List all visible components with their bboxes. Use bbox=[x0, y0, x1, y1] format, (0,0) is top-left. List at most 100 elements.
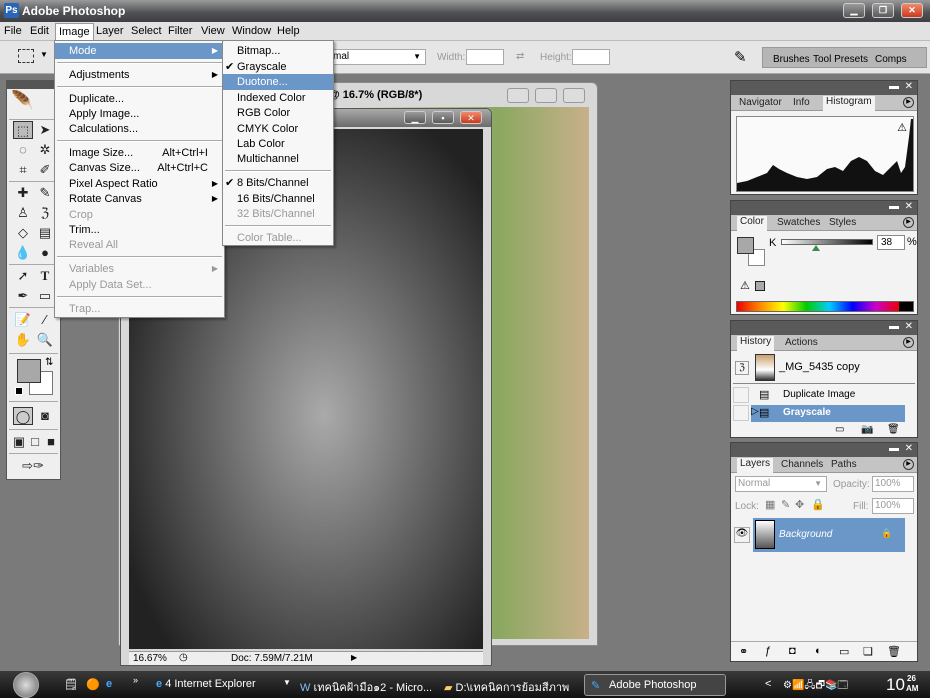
mode-multichannel[interactable]: Multichannel bbox=[223, 151, 333, 167]
tab-brushes[interactable]: Brushes bbox=[773, 54, 810, 65]
mode-16-bits[interactable]: 16 Bits/Channel bbox=[223, 191, 333, 207]
zoom-tool-icon[interactable]: 🔍 bbox=[35, 331, 55, 349]
snapshot-name[interactable]: _MG_5435 copy bbox=[779, 361, 860, 373]
panel-menu-icon[interactable]: ▶ bbox=[903, 217, 914, 228]
brush-tool-icon[interactable]: ✎ bbox=[35, 184, 55, 202]
doc-close-button[interactable] bbox=[563, 88, 585, 103]
snapshot-thumbnail[interactable] bbox=[755, 354, 775, 381]
history-brush-tool-icon[interactable]: ℨ bbox=[35, 204, 55, 222]
more-icon[interactable]: » bbox=[133, 675, 138, 685]
path-selection-tool-icon[interactable]: ➚ bbox=[13, 267, 33, 285]
jump-to-imageready-icon[interactable]: ⇨✑ bbox=[13, 457, 53, 475]
tab-history[interactable]: History bbox=[737, 336, 775, 351]
tab-navigator[interactable]: Navigator bbox=[739, 97, 782, 108]
tab-paths[interactable]: Paths bbox=[831, 459, 857, 470]
doc-maximize-button[interactable] bbox=[535, 88, 557, 103]
history-state-pointer-icon[interactable]: ▷ bbox=[751, 406, 759, 417]
menu-select[interactable]: Select bbox=[131, 25, 162, 37]
healing-brush-tool-icon[interactable]: ✚ bbox=[13, 184, 33, 202]
restore-button[interactable]: ❐ bbox=[872, 3, 894, 18]
mode-grayscale[interactable]: ✔ Grayscale bbox=[223, 59, 333, 75]
width-field[interactable] bbox=[466, 49, 504, 65]
trash-icon[interactable]: 🗑 bbox=[887, 424, 900, 435]
history-brush-source-icon[interactable]: ℨ bbox=[735, 361, 749, 375]
task-folder[interactable]: ▰ D:\เทคนิคการย้อมสีภาพ bbox=[444, 678, 569, 696]
swap-icon[interactable]: ⇄ bbox=[516, 51, 524, 62]
panel-close-icon[interactable]: ✕ bbox=[905, 443, 913, 454]
fill-field[interactable]: 100% bbox=[872, 498, 914, 514]
tab-histogram[interactable]: Histogram bbox=[823, 96, 875, 111]
chevron-down-icon[interactable]: ▼ bbox=[40, 50, 48, 59]
link-layers-icon[interactable]: ⚭ bbox=[739, 645, 748, 658]
tab-comps[interactable]: Comps bbox=[875, 54, 907, 65]
menu-item-trap[interactable]: Trap... bbox=[55, 301, 224, 317]
mode-bitmap[interactable]: Bitmap... bbox=[223, 43, 333, 59]
tray-expand-icon[interactable]: < bbox=[765, 678, 771, 690]
new-document-from-state-icon[interactable]: ▭ bbox=[835, 424, 844, 435]
panel-minimize-icon[interactable]: ▬ bbox=[889, 443, 899, 454]
layer-name[interactable]: Background bbox=[779, 529, 832, 540]
opacity-field[interactable]: 100% bbox=[872, 476, 914, 492]
panel-menu-icon[interactable]: ▶ bbox=[903, 97, 914, 108]
status-options-icon[interactable]: ◷ bbox=[179, 652, 188, 663]
layer-row-background[interactable]: Background 🔒 bbox=[753, 518, 905, 552]
panel-menu-icon[interactable]: ▶ bbox=[903, 337, 914, 348]
menu-item-adjustments[interactable]: Adjustments ▶ bbox=[55, 67, 224, 83]
doc-maximize-button[interactable]: ▪ bbox=[432, 111, 454, 124]
new-group-icon[interactable]: ▭ bbox=[839, 645, 849, 658]
magic-wand-tool-icon[interactable]: ✲ bbox=[35, 141, 55, 159]
standard-mode-icon[interactable]: ◯ bbox=[13, 407, 33, 425]
palette-well-icon[interactable]: ✎ bbox=[734, 48, 747, 66]
standard-screen-mode-icon[interactable]: ▣ bbox=[11, 433, 27, 451]
lock-paint-icon[interactable]: ✎ bbox=[781, 498, 790, 511]
slider-thumb[interactable] bbox=[812, 245, 821, 251]
layer-style-icon[interactable]: ƒ bbox=[765, 645, 771, 657]
panel-close-icon[interactable]: ✕ bbox=[905, 201, 913, 212]
mode-lab-color[interactable]: Lab Color bbox=[223, 136, 333, 152]
eyedropper-tool-icon[interactable]: ⁄ bbox=[35, 311, 55, 329]
mode-32-bits[interactable]: 32 Bits/Channel bbox=[223, 206, 333, 222]
k-value-field[interactable]: 38 bbox=[877, 235, 905, 250]
panel-menu-icon[interactable]: ▶ bbox=[903, 459, 914, 470]
tab-styles[interactable]: Styles bbox=[829, 217, 856, 228]
lock-position-icon[interactable]: ✥ bbox=[795, 498, 804, 511]
menu-layer[interactable]: Layer bbox=[96, 25, 124, 37]
color-ramp[interactable] bbox=[736, 301, 914, 312]
marquee-tool-icon[interactable]: ⬚ bbox=[13, 121, 33, 139]
hand-tool-icon[interactable]: ✋ bbox=[13, 331, 33, 349]
tab-actions[interactable]: Actions bbox=[785, 337, 818, 348]
menu-item-apply-data-set[interactable]: Apply Data Set... bbox=[55, 277, 224, 293]
quick-mask-mode-icon[interactable]: ◙ bbox=[35, 407, 55, 425]
status-menu-arrow-icon[interactable]: ▶ bbox=[351, 653, 357, 662]
mode-8-bits[interactable]: ✔ 8 Bits/Channel bbox=[223, 175, 333, 191]
clone-stamp-tool-icon[interactable]: ♙ bbox=[13, 204, 33, 222]
menu-filter[interactable]: Filter bbox=[168, 25, 192, 37]
new-snapshot-icon[interactable]: 📷 bbox=[861, 424, 873, 435]
quicklaunch-icon[interactable]: 🟠 bbox=[86, 678, 100, 691]
menu-view[interactable]: View bbox=[201, 25, 225, 37]
gamut-color-swatch[interactable] bbox=[755, 281, 765, 291]
menu-item-pixel-aspect-ratio[interactable]: Pixel Aspect Ratio ▶ bbox=[55, 176, 224, 192]
panel-close-icon[interactable]: ✕ bbox=[905, 81, 913, 92]
eye-visibility-icon[interactable]: 👁 bbox=[734, 527, 750, 543]
menu-item-rotate-canvas[interactable]: Rotate Canvas ▶ bbox=[55, 191, 224, 207]
menu-item-mode[interactable]: Mode ▶ bbox=[55, 43, 224, 59]
history-state-grayscale-row[interactable]: ▷ ▤ Grayscale bbox=[751, 405, 905, 422]
slice-tool-icon[interactable]: ✐ bbox=[35, 161, 55, 179]
pen-tool-icon[interactable]: ✒ bbox=[13, 287, 33, 305]
tab-info[interactable]: Info bbox=[793, 97, 810, 108]
feather-logo-icon[interactable]: 🪶 bbox=[11, 90, 56, 118]
lasso-tool-icon[interactable]: ◌ bbox=[13, 141, 33, 159]
foreground-color-swatch[interactable] bbox=[17, 359, 41, 383]
foreground-color-swatch[interactable] bbox=[737, 237, 754, 254]
chevron-down-icon[interactable]: ▼ bbox=[283, 678, 291, 687]
k-slider[interactable] bbox=[781, 239, 873, 251]
panel-minimize-icon[interactable]: ▬ bbox=[889, 81, 899, 92]
tab-swatches[interactable]: Swatches bbox=[777, 217, 820, 228]
menu-item-variables[interactable]: Variables ▶ bbox=[55, 261, 224, 277]
crop-tool-icon[interactable]: ⌗ bbox=[13, 161, 33, 179]
lock-transparency-icon[interactable]: ▦ bbox=[765, 498, 775, 511]
shape-tool-icon[interactable]: ▭ bbox=[35, 287, 55, 305]
default-colors-icon[interactable] bbox=[15, 387, 23, 395]
menu-file[interactable]: File bbox=[4, 25, 22, 37]
